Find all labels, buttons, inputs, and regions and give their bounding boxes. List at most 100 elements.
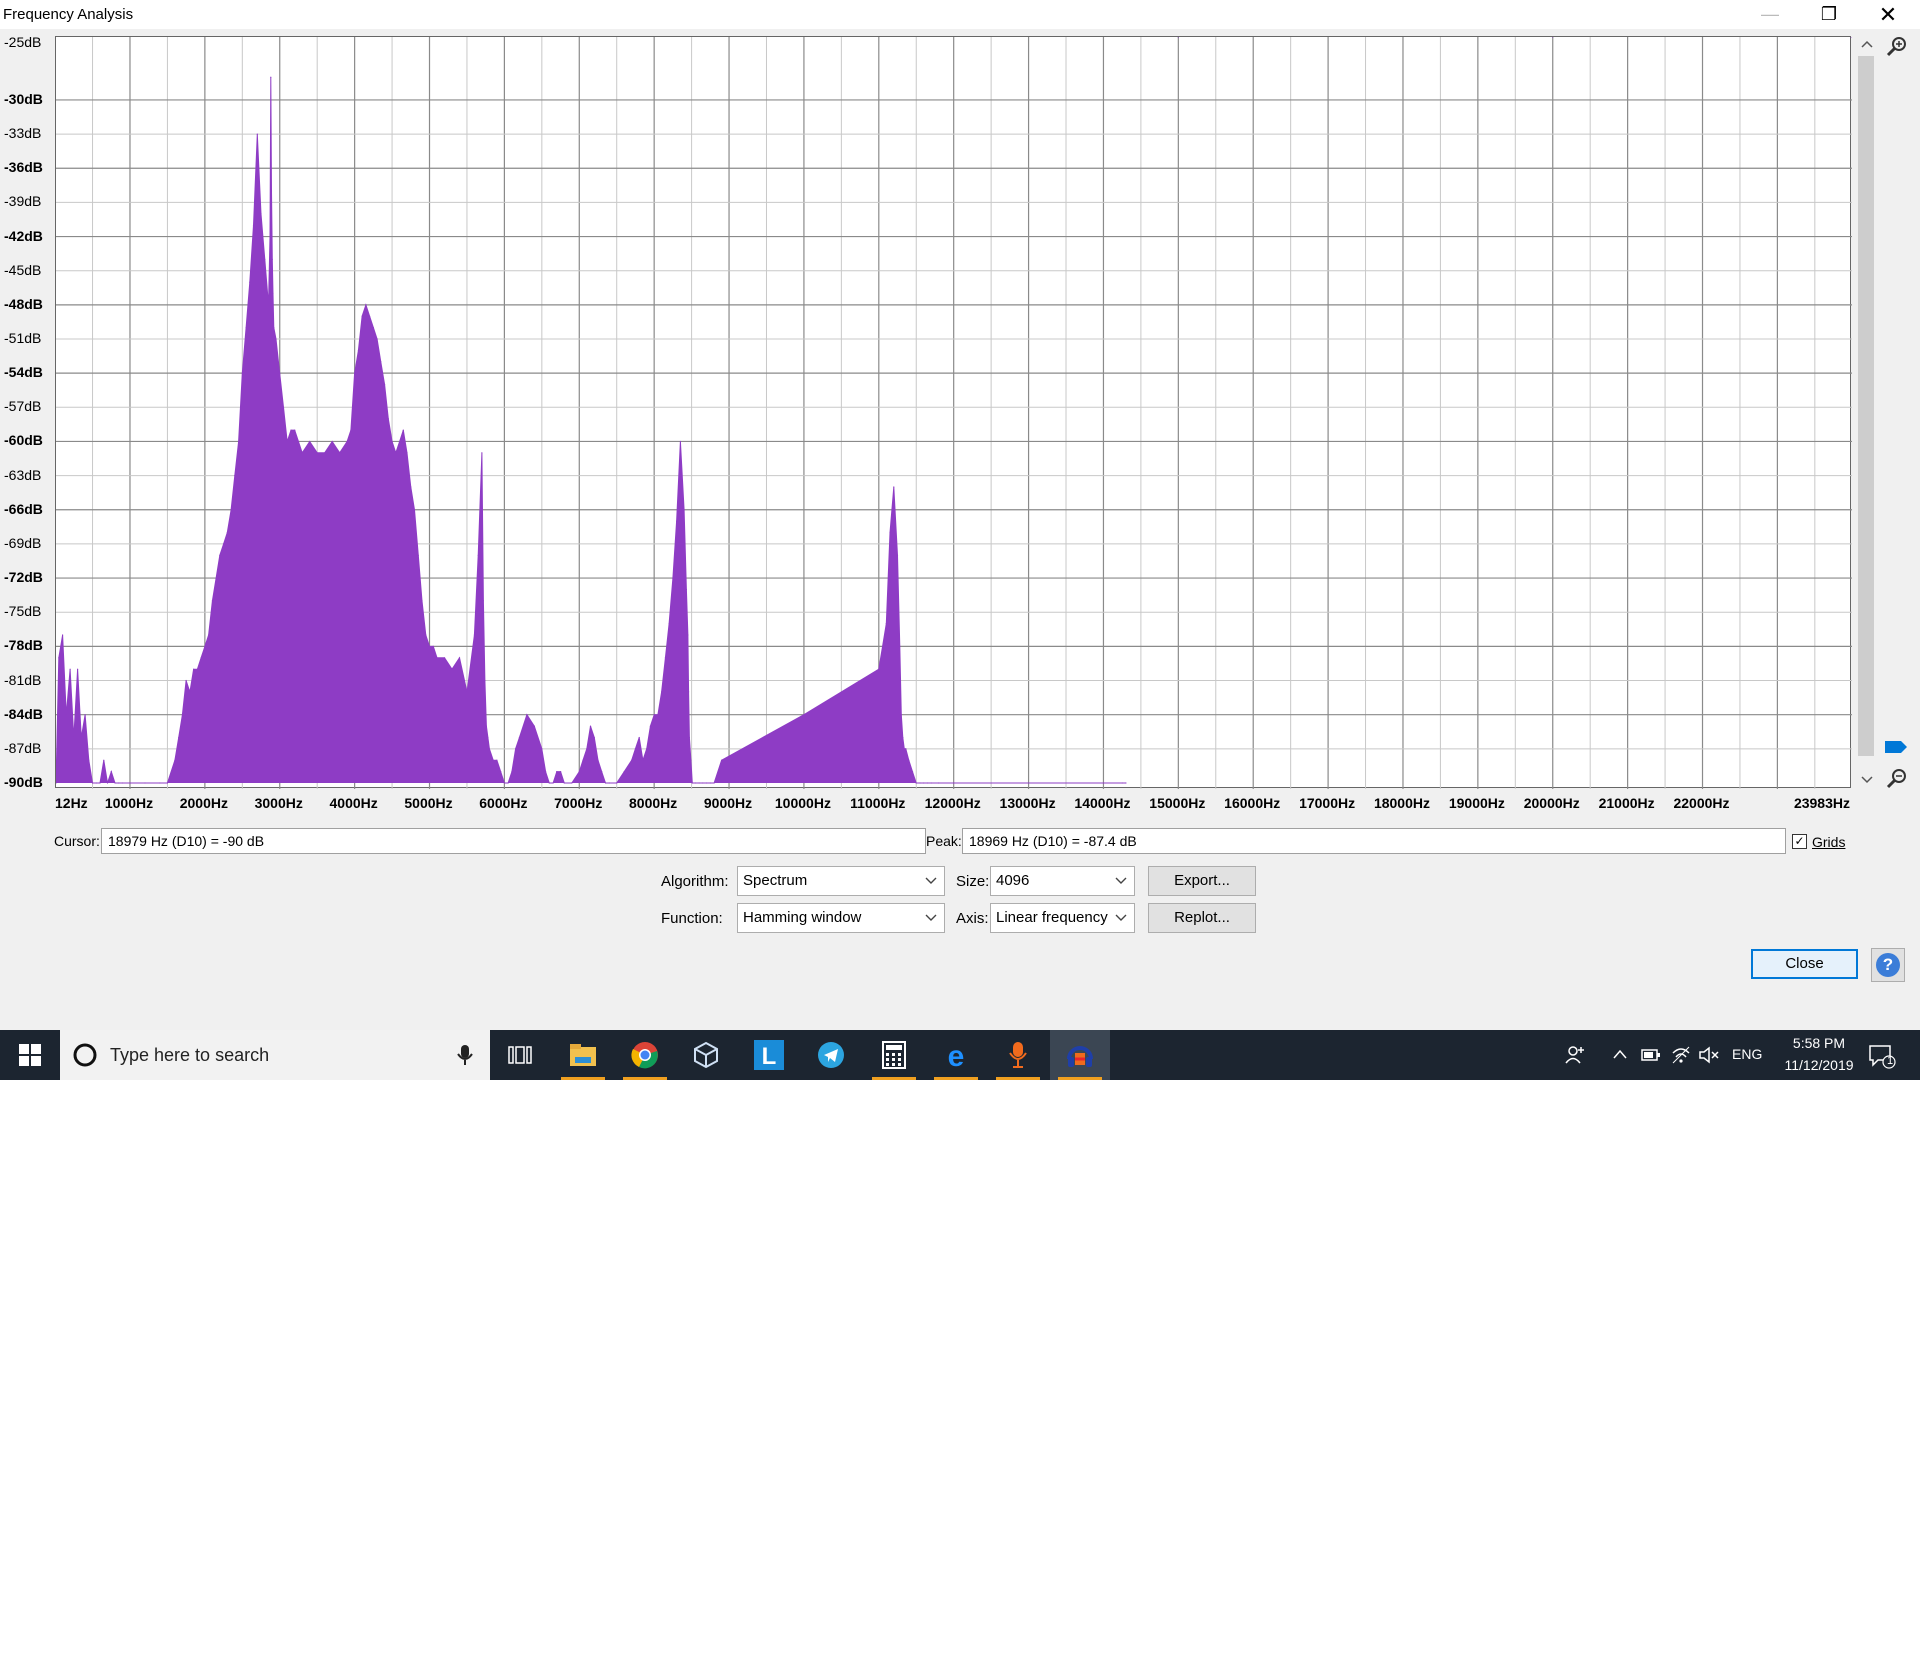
maximize-button[interactable]: ❐ bbox=[1801, 0, 1857, 29]
spectrum-point bbox=[1850, 37, 1852, 38]
size-value: 4096 bbox=[996, 872, 1030, 889]
edge-icon[interactable]: e bbox=[926, 1030, 986, 1080]
wifi-icon[interactable] bbox=[1671, 1045, 1691, 1065]
spectrum-point bbox=[552, 782, 554, 784]
spectrum-point bbox=[185, 679, 187, 682]
y-tick-label: -87dB bbox=[4, 739, 42, 756]
x-tick-label: 4000Hz bbox=[329, 795, 378, 811]
spectrum-point bbox=[357, 349, 359, 351]
spectrum-point bbox=[889, 531, 891, 534]
grids-checkbox[interactable]: ✓ bbox=[1792, 834, 1807, 849]
virtualbox-icon[interactable] bbox=[676, 1030, 736, 1080]
size-select[interactable]: 4096 bbox=[990, 866, 1135, 896]
zoom-in-icon[interactable] bbox=[1884, 34, 1910, 60]
y-tick-label: -30dB bbox=[4, 90, 43, 107]
axis-select[interactable]: Linear frequency bbox=[990, 903, 1135, 933]
spectrum-point bbox=[436, 657, 438, 659]
y-tick-label: -75dB bbox=[4, 603, 42, 620]
spectrum-point bbox=[638, 736, 640, 739]
file-explorer-icon[interactable] bbox=[553, 1030, 613, 1080]
spectrum-point bbox=[118, 782, 120, 784]
title-bar: Frequency Analysis — ❐ ✕ bbox=[0, 0, 1920, 29]
close-window-button[interactable]: ✕ bbox=[1860, 0, 1916, 29]
spectrum-point bbox=[923, 782, 925, 784]
zoom-out-icon[interactable] bbox=[1884, 766, 1910, 792]
spectrum-point bbox=[690, 759, 692, 761]
spectrum-point bbox=[316, 452, 318, 454]
spectrum-point bbox=[286, 440, 288, 443]
spectrum-point bbox=[466, 691, 468, 693]
y-tick-label: -63dB bbox=[4, 466, 42, 483]
y-tick-label: -51dB bbox=[4, 330, 42, 346]
spectrum-point bbox=[481, 452, 483, 454]
spectrum-point bbox=[354, 372, 356, 374]
y-tick-label: -25dB bbox=[4, 34, 42, 50]
x-tick-label: 9000Hz bbox=[703, 795, 753, 811]
spectrum-point bbox=[226, 531, 228, 534]
battery-icon[interactable] bbox=[1641, 1048, 1661, 1062]
zoom-slider-thumb[interactable] bbox=[1884, 740, 1908, 754]
function-select[interactable]: Hamming window bbox=[737, 903, 945, 933]
spectrum-point bbox=[616, 782, 618, 784]
volume-muted-icon[interactable] bbox=[1698, 1045, 1720, 1065]
algorithm-select[interactable]: Spectrum bbox=[737, 866, 945, 896]
clock-time[interactable]: 5:58 PM bbox=[1786, 1035, 1852, 1051]
spectrum-point bbox=[58, 657, 60, 659]
spectrum-point bbox=[178, 736, 180, 739]
task-view-icon[interactable] bbox=[490, 1030, 550, 1080]
telegram-icon[interactable] bbox=[801, 1030, 861, 1080]
spectrum-point bbox=[174, 759, 176, 761]
spectrum-point bbox=[256, 133, 258, 135]
spectrum-point bbox=[899, 645, 901, 648]
spectrum-point bbox=[264, 258, 266, 260]
scroll-down-arrow-icon[interactable] bbox=[1858, 770, 1876, 788]
x-tick-label: 17000Hz bbox=[1299, 795, 1356, 811]
chrome-icon[interactable] bbox=[615, 1030, 675, 1080]
y-tick-label: -39dB bbox=[4, 193, 42, 210]
calculator-icon[interactable] bbox=[864, 1030, 924, 1080]
people-icon[interactable] bbox=[1565, 1045, 1585, 1065]
spectrum-point bbox=[893, 486, 895, 488]
microphone-icon[interactable] bbox=[455, 1044, 475, 1066]
spectrum-point bbox=[200, 657, 202, 659]
grids-label[interactable]: Grids bbox=[1812, 834, 1845, 850]
export-button[interactable]: Export... bbox=[1148, 866, 1256, 896]
function-label: Function: bbox=[661, 910, 723, 927]
replot-button[interactable]: Replot... bbox=[1148, 903, 1256, 933]
spectrum-point bbox=[241, 372, 243, 374]
minimize-button[interactable]: — bbox=[1742, 0, 1798, 29]
scroll-up-arrow-icon[interactable] bbox=[1858, 36, 1876, 54]
scrollbar-thumb[interactable] bbox=[1858, 56, 1874, 756]
clock-date[interactable]: 11/12/2019 bbox=[1774, 1057, 1864, 1073]
x-tick-label: 12000Hz bbox=[924, 795, 981, 811]
spectrum-point bbox=[234, 475, 236, 477]
spectrum-point bbox=[687, 634, 689, 636]
x-tick-label: 21000Hz bbox=[1598, 795, 1655, 811]
algorithm-value: Spectrum bbox=[743, 872, 808, 889]
app-root: Frequency Analysis — ❐ ✕ -25dB -30dB -33dB… bbox=[0, 0, 1920, 1660]
spectrum-point bbox=[515, 748, 517, 750]
chevron-up-icon[interactable] bbox=[1612, 1048, 1628, 1060]
x-tick-label: 12Hz bbox=[55, 795, 88, 811]
l-app-icon[interactable]: L bbox=[739, 1030, 799, 1080]
spectrum-point bbox=[369, 315, 371, 317]
chevron-down-icon bbox=[1115, 877, 1127, 884]
spectrum-point bbox=[500, 771, 502, 773]
spectrum-point bbox=[324, 452, 326, 454]
x-tick-label: 15000Hz bbox=[1149, 795, 1206, 811]
taskbar-search-box[interactable]: Type here to search bbox=[60, 1030, 490, 1080]
microphone-app-icon[interactable] bbox=[988, 1030, 1048, 1080]
start-button[interactable] bbox=[0, 1030, 60, 1080]
help-button[interactable]: ? bbox=[1871, 948, 1905, 982]
spectrum-point bbox=[908, 759, 910, 761]
language-indicator[interactable]: ENG bbox=[1732, 1046, 1762, 1062]
peak-label: Peak: bbox=[926, 833, 962, 849]
spectrum-point bbox=[189, 691, 191, 693]
spectrum-plot[interactable] bbox=[55, 36, 1852, 789]
spectrum-point bbox=[597, 759, 599, 761]
spectrum-point bbox=[267, 304, 270, 306]
spectrum-point bbox=[507, 782, 509, 784]
x-tick-label: 22000Hz bbox=[1673, 795, 1730, 811]
audacity-icon[interactable] bbox=[1050, 1030, 1110, 1080]
close-button[interactable]: Close bbox=[1751, 949, 1858, 979]
